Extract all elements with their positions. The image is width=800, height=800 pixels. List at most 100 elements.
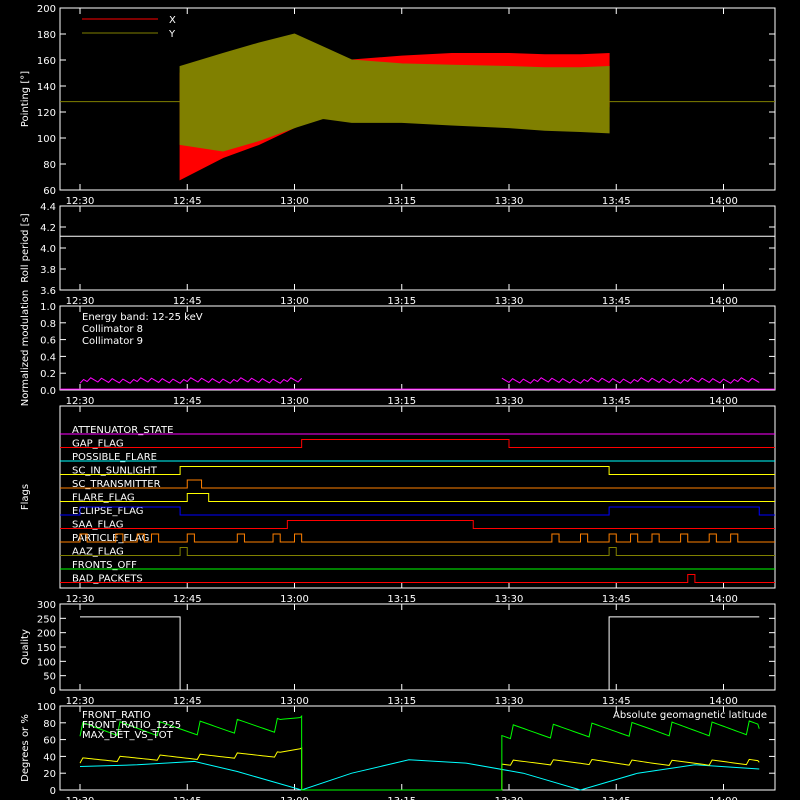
- y-tick-label: 0.8: [40, 319, 56, 330]
- x-tick-label: 12:45: [173, 196, 202, 207]
- annotation: Energy band: 12-25 keV: [82, 312, 203, 323]
- panel-6: 12:30 12:45 13:00 13:15 13:30 13:45 14:00 0 20 40…: [20, 702, 776, 800]
- y-tick-label: 3.6: [40, 286, 56, 297]
- x-tick-label: 12:45: [173, 594, 202, 605]
- x-tick-label: 13:00: [280, 196, 309, 207]
- y-tick-label: 0.0: [40, 386, 56, 397]
- modulation-segment: [501, 377, 760, 384]
- panel-1: 12:30 12:45 13:00 13:15 13:30 13:45 14:00 60 80 1…: [20, 4, 776, 207]
- y-tick-label: 0.6: [40, 336, 56, 347]
- y-tick-label: 4.0: [40, 244, 56, 255]
- x-tick-label: 13:45: [602, 594, 631, 605]
- x-tick-label: 14:00: [709, 696, 738, 707]
- x-tick-label: 13:15: [387, 796, 416, 800]
- y-tick-label: 20: [43, 769, 56, 780]
- annotation: Collimator 9: [82, 336, 143, 347]
- x-tick-label: 13:15: [387, 594, 416, 605]
- chart-canvas: 12:30 12:45 13:00 13:15 13:30 13:45 14:00 60 80 1…: [20, 4, 776, 800]
- x-tick-label: 13:15: [387, 296, 416, 307]
- legend-label: Y: [168, 29, 176, 40]
- legend-label: MAX_DET_VS_TOT: [82, 730, 174, 741]
- flag-line-sc-in-sunlight: [60, 466, 775, 475]
- y-axis-label: Pointing [°]: [20, 71, 31, 127]
- front-ratio-line: [79, 714, 760, 791]
- y-tick-label: 0: [50, 786, 56, 797]
- x-tick-label: 14:00: [709, 594, 738, 605]
- x-tick-label: 13:00: [280, 396, 309, 407]
- x-tick-label: 12:45: [173, 296, 202, 307]
- flag-line-sc-transmitter: [60, 479, 775, 489]
- panel-5: 12:30 12:45 13:00 13:15 13:30 13:45 14:00 0 50 10…: [20, 600, 776, 707]
- x-tick-label: 13:00: [280, 594, 309, 605]
- x-tick-label: 13:30: [495, 696, 524, 707]
- legend-label: X: [169, 15, 176, 26]
- y-tick-label: 0: [50, 686, 56, 697]
- x-tick-label: 14:00: [709, 796, 738, 800]
- quality-line: [80, 616, 760, 691]
- y-tick-label: 300: [37, 600, 56, 611]
- y-tick-label: 0.4: [40, 352, 56, 363]
- x-tick-label: 12:30: [66, 796, 95, 800]
- y-tick-label: 180: [37, 30, 56, 41]
- panel-frame: [59, 205, 776, 291]
- flag-line-eclipse-flag: [60, 506, 775, 516]
- annotation: Collimator 8: [82, 324, 143, 335]
- y-tick-label: 60: [43, 736, 56, 747]
- y-tick-label: 80: [43, 160, 56, 171]
- y-tick-label: 100: [37, 657, 56, 668]
- y-tick-label: 160: [37, 56, 56, 67]
- y-tick-label: 200: [37, 629, 56, 640]
- y-axis-label: Quality: [20, 629, 31, 665]
- flag-label: ECLIPSE_FLAG: [72, 506, 143, 517]
- y-tick-label: 60: [43, 186, 56, 197]
- x-tick-label: 13:30: [495, 296, 524, 307]
- y-tick-label: 40: [43, 752, 56, 763]
- x-tick-label: 12:30: [66, 396, 95, 407]
- x-tick-label: 14:00: [709, 396, 738, 407]
- x-tick-label: 12:30: [66, 196, 95, 207]
- x-tick-label: 13:45: [602, 196, 631, 207]
- y-tick-label: 50: [43, 672, 56, 683]
- y-axis-label: Degrees or %: [20, 714, 31, 782]
- y-tick-label: 120: [37, 108, 56, 119]
- y-axis-label: Roll period [s]: [20, 213, 31, 282]
- x-tick-label: 14:00: [709, 196, 738, 207]
- panel-4: 12:30 12:45 13:00 13:15 13:30 13:45 14:00 Flags…: [20, 405, 776, 605]
- y-tick-label: 4.4: [40, 202, 56, 213]
- x-tick-label: 14:00: [709, 296, 738, 307]
- y-tick-label: 3.8: [40, 265, 56, 276]
- x-tick-label: 13:45: [602, 396, 631, 407]
- y-tick-label: 100: [37, 702, 56, 713]
- max-det-line: [79, 747, 760, 791]
- y-tick-label: 150: [37, 643, 56, 654]
- panel-3: 12:30 12:45 13:00 13:15 13:30 13:45 14:00 0.0 0.…: [20, 290, 776, 407]
- modulation-segment: [79, 377, 303, 384]
- x-tick-label: 13:45: [602, 696, 631, 707]
- x-tick-label: 13:45: [602, 296, 631, 307]
- x-tick-label: 12:30: [66, 594, 95, 605]
- x-tick-label: 13:00: [280, 796, 309, 800]
- y-axis-label: Normalized modulation: [20, 290, 31, 407]
- flag-line-bad-packets: [60, 574, 775, 583]
- x-tick-label: 12:45: [173, 396, 202, 407]
- x-tick-label: 13:30: [495, 796, 524, 800]
- flag-line-aaz-flag: [60, 547, 775, 556]
- x-tick-label: 13:30: [495, 396, 524, 407]
- right-label: Absolute geomagnetic latitude: [613, 710, 767, 721]
- x-tick-label: 12:30: [66, 296, 95, 307]
- flag-line-particle-flag: [60, 533, 775, 543]
- x-tick-label: 13:45: [602, 796, 631, 800]
- y-tick-label: 1.0: [40, 302, 56, 313]
- y-tick-label: 250: [37, 614, 56, 625]
- x-tick-label: 12:30: [66, 696, 95, 707]
- x-tick-label: 13:15: [387, 696, 416, 707]
- flag-line-gap-flag: [60, 439, 775, 448]
- flag-line-flare-flag: [60, 493, 775, 502]
- y-tick-label: 4.2: [40, 223, 56, 234]
- y-tick-label: 200: [37, 4, 56, 15]
- x-tick-label: 13:30: [495, 196, 524, 207]
- x-tick-label: 13:00: [280, 296, 309, 307]
- x-tick-label: 13:15: [387, 396, 416, 407]
- x-tick-label: 13:00: [280, 696, 309, 707]
- y-tick-label: 140: [37, 82, 56, 93]
